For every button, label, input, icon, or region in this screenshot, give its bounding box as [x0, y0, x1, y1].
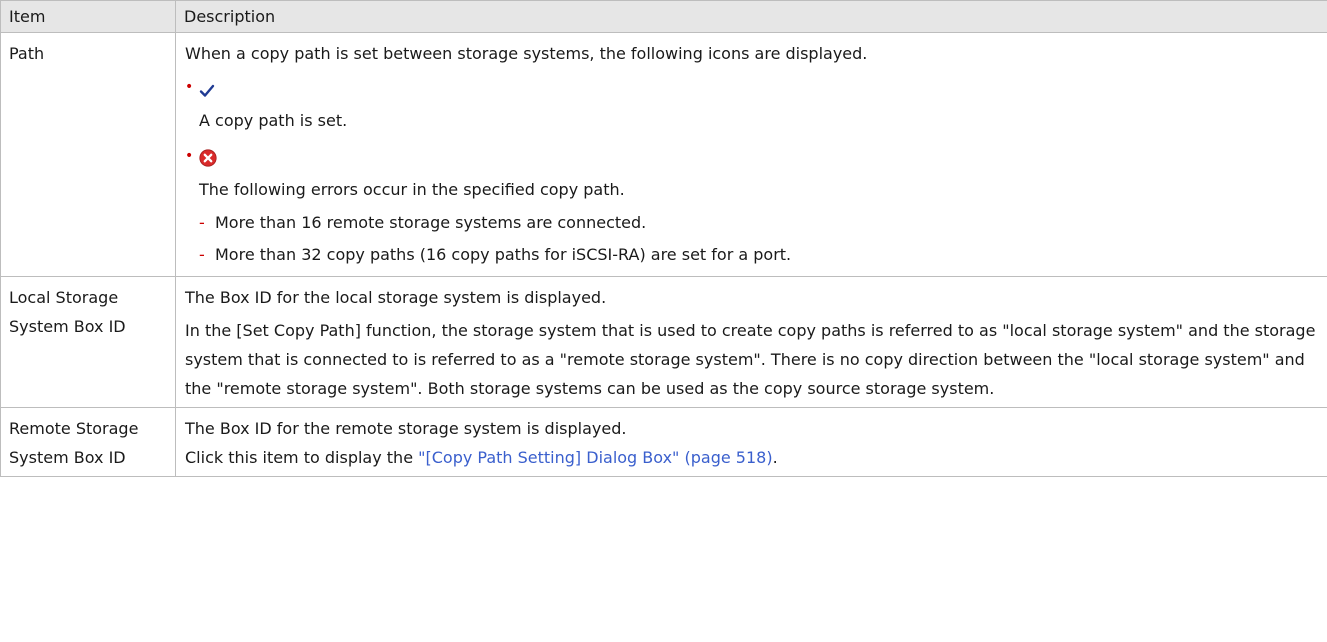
bullet-checkmark-text: A copy path is set. [199, 111, 348, 130]
bullet-error-text: The following errors occur in the specif… [199, 180, 625, 199]
error-sub-item: - More than 32 copy paths (16 copy paths… [199, 240, 1319, 269]
desc-remote-box-id: The Box ID for the remote storage system… [175, 407, 1327, 477]
bullet-checkmark: • [185, 74, 1319, 100]
copy-path-setting-link[interactable]: "[Copy Path Setting] Dialog Box" (page 5… [418, 448, 772, 467]
desc-local-box-id: The Box ID for the local storage system … [175, 276, 1327, 408]
checkmark-icon [199, 79, 215, 97]
dash-marker: - [199, 213, 205, 232]
local-line-2: In the [Set Copy Path] function, the sto… [185, 321, 1316, 398]
bullet-dot: • [185, 148, 194, 164]
error-sub-item: - More than 16 remote storage systems ar… [199, 208, 1319, 237]
table-row-remote-box-id: Remote Storage System Box ID The Box ID … [0, 407, 1327, 477]
path-intro: When a copy path is set between storage … [185, 44, 868, 63]
item-remote-box-id: Remote Storage System Box ID [0, 407, 176, 477]
item-path: Path [0, 32, 176, 277]
remote-line-1: The Box ID for the remote storage system… [185, 419, 627, 438]
remote-line-2-prefix: Click this item to display the [185, 448, 419, 467]
spec-table: Item Description Path When a copy path i… [0, 0, 1327, 477]
desc-path: When a copy path is set between storage … [175, 32, 1327, 277]
error-sub-item-text: More than 32 copy paths (16 copy paths f… [215, 245, 792, 264]
remote-line-2: Click this item to display the "[Copy Pa… [185, 443, 1319, 472]
table-row-path: Path When a copy path is set between sto… [0, 32, 1327, 277]
local-line-1: The Box ID for the local storage system … [185, 288, 607, 307]
bullet-dot: • [185, 79, 194, 95]
table-header-row: Item Description [0, 0, 1327, 33]
error-sub-item-text: More than 16 remote storage systems are … [215, 213, 647, 232]
bullet-error: • [185, 143, 1319, 169]
dash-marker: - [199, 245, 205, 264]
header-description: Description [175, 0, 1327, 33]
error-x-icon [199, 147, 217, 167]
item-local-box-id: Local Storage System Box ID [0, 276, 176, 408]
table-row-local-box-id: Local Storage System Box ID The Box ID f… [0, 276, 1327, 408]
remote-line-2-suffix: . [772, 448, 778, 467]
header-item: Item [0, 0, 176, 33]
